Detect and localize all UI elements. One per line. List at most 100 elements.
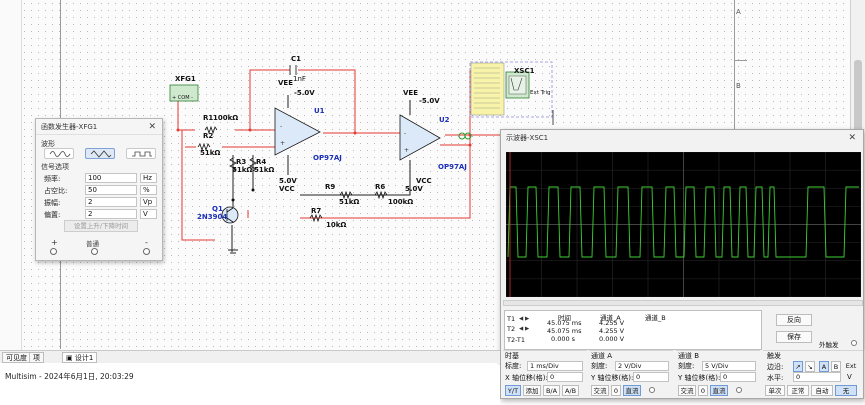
- none-trigger-button[interactable]: 无: [835, 385, 857, 396]
- r1-value: 100kΩ: [213, 114, 239, 122]
- trigger-level-unit: V: [847, 373, 852, 381]
- svg-text:-: -: [404, 130, 406, 137]
- tab-design1[interactable]: ▣ 设计1: [62, 352, 98, 363]
- trigger-level-field[interactable]: 0: [793, 372, 841, 382]
- trigger-source-b-button[interactable]: B: [831, 361, 841, 372]
- save-button[interactable]: 保存: [776, 331, 812, 343]
- trigger-source-ext-button[interactable]: Ext: [843, 361, 859, 372]
- u2-part: OP97AJ: [438, 163, 467, 171]
- plus-terminal-label: +: [51, 238, 58, 247]
- oscilloscope-window[interactable]: 示波器-XSC1 ✕ 时间 通道_A 通道_B T1 ◀ ▶ 45.075 ms…: [500, 129, 864, 399]
- oscilloscope-titlebar[interactable]: 示波器-XSC1 ✕: [501, 130, 863, 147]
- add-mode-button[interactable]: 添加: [523, 385, 541, 396]
- close-icon[interactable]: ✕: [848, 130, 856, 147]
- svg-text:+: +: [404, 147, 409, 154]
- horizontal-scrollbar[interactable]: [503, 300, 863, 306]
- channel-b-terminal[interactable]: [736, 387, 742, 393]
- x-position-field[interactable]: 0: [547, 372, 583, 382]
- u1-vee-label: VEE: [278, 79, 293, 87]
- u1-vee-value: -5.0V: [294, 89, 315, 97]
- channel-a-zero-button[interactable]: 0: [611, 385, 621, 396]
- channel-b-group: 通道 B 刻度: 5 V/Div Y 轴位移(格): 0 交流 0 直流: [676, 350, 760, 398]
- t1-cursor-arrows[interactable]: ◀ ▶: [519, 316, 529, 322]
- r2-name: R2: [203, 132, 214, 140]
- status-bar: Multisim - 2024年6月1日, 20:03:29: [0, 365, 500, 405]
- r7-name: R7: [311, 207, 322, 215]
- r6-value: 100kΩ: [388, 198, 414, 206]
- timebase-group: 时基 标度: 1 ms/Div X 轴位移(格): 0 Y/T 添加 B/A A…: [503, 350, 587, 398]
- readout-time: 45.075 ms: [547, 319, 582, 327]
- set-rise-fall-time-button[interactable]: 设置上升/下降时间: [64, 220, 138, 232]
- xsc-label: XSC1: [514, 67, 535, 75]
- timebase-scale-field[interactable]: 1 ms/Div: [527, 361, 583, 371]
- channel-b-scale-field[interactable]: 5 V/Div: [702, 361, 756, 371]
- single-trigger-button[interactable]: 单次: [765, 385, 785, 396]
- triangle-wave-icon: [90, 150, 112, 158]
- falling-edge-button[interactable]: ↘: [805, 361, 815, 372]
- rising-edge-button[interactable]: ↗: [793, 361, 803, 372]
- square-wave-button[interactable]: [126, 148, 156, 159]
- oscilloscope-screen[interactable]: [505, 151, 862, 298]
- t2-cursor-arrows[interactable]: ◀ ▶: [519, 326, 529, 332]
- plus-terminal[interactable]: [50, 248, 57, 255]
- close-icon[interactable]: ✕: [148, 119, 156, 135]
- u1-name: U1: [314, 107, 325, 115]
- common-terminal[interactable]: [91, 248, 98, 255]
- channel-a-dc-button[interactable]: 直流: [623, 385, 641, 396]
- x-position-label: X 轴位移(格):: [505, 374, 548, 382]
- channel-a-terminal[interactable]: [649, 387, 655, 393]
- frequency-unit-select[interactable]: Hz: [140, 173, 157, 183]
- r3-name: R3: [236, 158, 247, 166]
- u2-vee-value: -5.0V: [419, 97, 440, 105]
- readout-ch-a: 0.000 V: [599, 335, 625, 343]
- channel-b-ac-button[interactable]: 交流: [678, 385, 696, 396]
- readout-row-label: T2-T1: [507, 336, 525, 344]
- oscilloscope-display: [505, 151, 862, 298]
- amplitude-unit-select[interactable]: Vp: [140, 197, 157, 207]
- square-wave-icon: [132, 151, 152, 157]
- q1-part: 2N3904: [197, 213, 228, 221]
- design-icon: ▣: [66, 354, 73, 362]
- offset-unit-select[interactable]: V: [140, 209, 157, 219]
- minus-terminal[interactable]: [143, 248, 150, 255]
- auto-trigger-button[interactable]: 自动: [811, 385, 833, 396]
- minus-terminal-label: -: [145, 238, 148, 247]
- channel-a-ypos-field[interactable]: 0: [633, 372, 669, 382]
- u1-vcc-label: VCC: [279, 185, 295, 193]
- r9-value: 51kΩ: [339, 198, 360, 206]
- trigger-level-label: 水平:: [767, 374, 784, 382]
- reverse-button[interactable]: 反向: [776, 314, 812, 326]
- duty-cycle-input[interactable]: 50: [85, 185, 137, 195]
- ab-mode-button[interactable]: A/B: [562, 385, 579, 396]
- function-generator-titlebar[interactable]: 函数发生器-XFG1 ✕: [36, 119, 162, 135]
- channel-a-scale-field[interactable]: 2 V/Div: [615, 361, 669, 371]
- svg-text:-: -: [280, 123, 282, 130]
- channel-b-dc-button[interactable]: 直流: [710, 385, 728, 396]
- offset-input[interactable]: 2: [85, 209, 137, 219]
- c1-value: 1nF: [293, 75, 306, 83]
- function-generator-title: 函数发生器-XFG1: [41, 123, 98, 131]
- r6-name: R6: [375, 183, 386, 191]
- ba-mode-button[interactable]: B/A: [543, 385, 560, 396]
- tab-project[interactable]: 项: [29, 352, 44, 363]
- channel-b-zero-button[interactable]: 0: [698, 385, 708, 396]
- triangle-wave-button[interactable]: [85, 148, 115, 159]
- channel-b-ypos-field[interactable]: 0: [720, 372, 756, 382]
- trigger-head: 触发: [767, 352, 781, 360]
- normal-trigger-button[interactable]: 正常: [787, 385, 809, 396]
- design-tab-bar: 可见度 项 ▣ 设计1: [0, 350, 500, 363]
- channel-a-ac-button[interactable]: 交流: [591, 385, 609, 396]
- function-generator-window[interactable]: 函数发生器-XFG1 ✕ 波形 信号选项 频率: 100 Hz 占空比: 50 …: [35, 118, 163, 261]
- frequency-label: 频率:: [44, 175, 61, 183]
- sine-wave-button[interactable]: [44, 148, 74, 159]
- tab-visibility[interactable]: 可见度: [2, 352, 31, 363]
- timebase-head: 时基: [505, 352, 519, 360]
- trigger-source-a-button[interactable]: A: [819, 361, 829, 372]
- yt-mode-button[interactable]: Y/T: [505, 385, 521, 396]
- q1-name: Q1: [212, 205, 223, 213]
- ext-trigger-terminal[interactable]: [851, 340, 857, 346]
- u1-part: OP97AJ: [313, 154, 342, 162]
- frequency-input[interactable]: 100: [85, 173, 137, 183]
- amplitude-label: 振幅:: [44, 199, 61, 207]
- amplitude-input[interactable]: 2: [85, 197, 137, 207]
